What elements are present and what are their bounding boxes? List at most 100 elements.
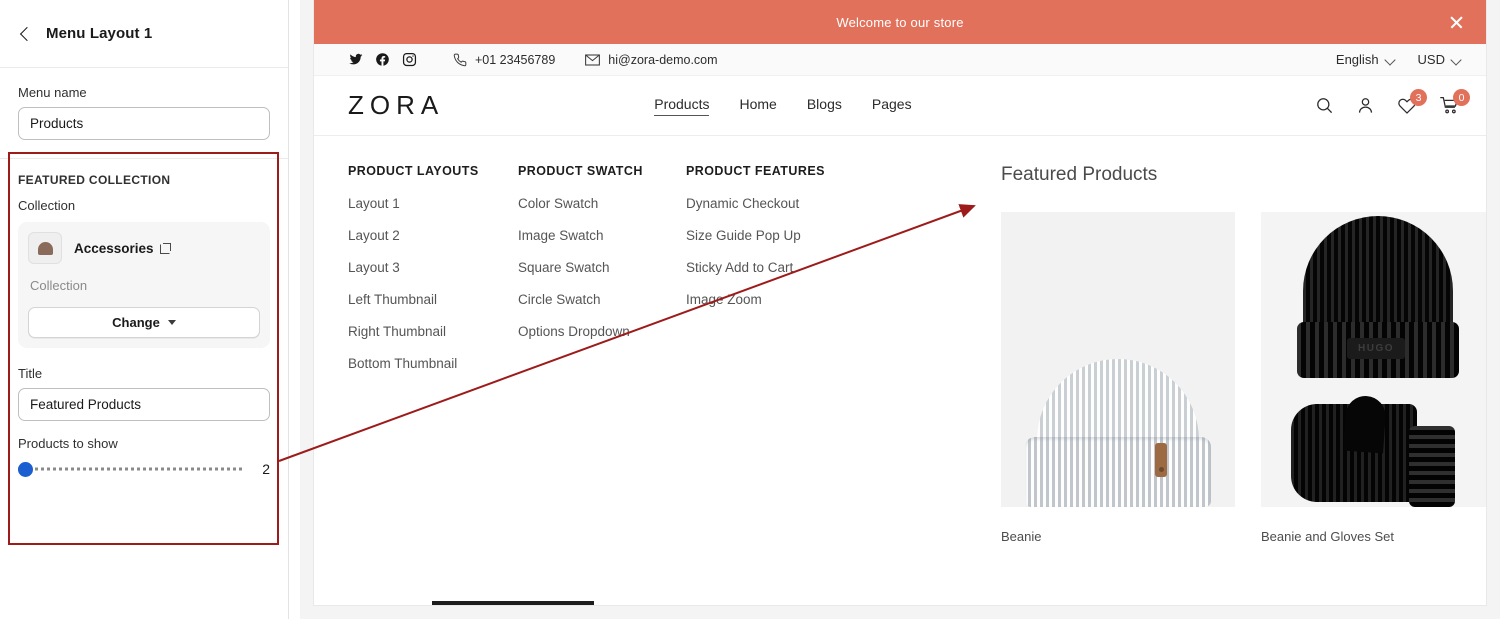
- store-header: ZORA Products Home Blogs Pages 3 0: [314, 76, 1486, 136]
- caret-down-icon: [167, 320, 176, 325]
- beanie-leather-tag: [1155, 443, 1167, 477]
- chevron-left-icon[interactable]: [18, 27, 32, 41]
- announcement-text: Welcome to our store: [836, 14, 964, 30]
- email-contact[interactable]: hi@zora-demo.com: [585, 52, 718, 67]
- slider-thumb[interactable]: [18, 461, 33, 477]
- beanie-crown-shape: [1303, 216, 1453, 334]
- product-card[interactable]: HUGO Beanie and Gloves Set: [1261, 212, 1486, 544]
- search-icon[interactable]: [1315, 96, 1334, 115]
- mega-menu-area: PRODUCT LAYOUTS Layout 1 Layout 2 Layout…: [314, 136, 1486, 544]
- instagram-icon[interactable]: [402, 52, 417, 67]
- mega-column-title: PRODUCT SWATCH: [518, 164, 643, 178]
- mega-menu-columns: PRODUCT LAYOUTS Layout 1 Layout 2 Layout…: [348, 164, 856, 544]
- product-image: HUGO: [1261, 212, 1486, 507]
- language-value: English: [1335, 52, 1379, 67]
- store-logo[interactable]: ZORA: [348, 90, 444, 121]
- menu-name-field-block: Menu name: [0, 68, 288, 140]
- panel-header: Menu Layout 1: [0, 0, 288, 68]
- mega-column-title: PRODUCT LAYOUTS: [348, 164, 479, 178]
- mega-item[interactable]: Left Thumbnail: [348, 292, 518, 307]
- currency-selector[interactable]: USD: [1418, 52, 1460, 67]
- products-to-show-slider-row: 2: [18, 461, 270, 477]
- nav-item-home[interactable]: Home: [739, 96, 776, 115]
- cart-icon[interactable]: 0: [1439, 89, 1470, 115]
- mega-item[interactable]: Image Swatch: [518, 228, 686, 243]
- collection-label: Collection: [18, 198, 76, 213]
- collection-field-block: Collection: [0, 187, 288, 214]
- mitten-cuff-shape: [1409, 426, 1455, 507]
- wishlist-heart-icon[interactable]: 3: [1397, 89, 1427, 115]
- external-link-icon[interactable]: [159, 242, 171, 254]
- product-image: [1001, 212, 1235, 507]
- product-name: Beanie and Gloves Set: [1261, 529, 1394, 544]
- products-to-show-label: Products to show: [18, 436, 118, 451]
- settings-panel: Menu Layout 1 Menu name FEATURED COLLECT…: [0, 0, 289, 619]
- email-address: hi@zora-demo.com: [608, 52, 718, 67]
- nav-item-products[interactable]: Products: [654, 96, 710, 116]
- announcement-bar: Welcome to our store: [314, 0, 1486, 44]
- chevron-down-icon: [1386, 56, 1394, 64]
- slider-track[interactable]: [18, 461, 242, 477]
- mega-item[interactable]: Layout 3: [348, 260, 518, 275]
- phone-contact[interactable]: +01 23456789: [453, 53, 555, 67]
- currency-value: USD: [1417, 52, 1445, 67]
- preview-frame: Welcome to our store +01 23456789 hi@zor…: [314, 0, 1486, 605]
- page-title: Menu Layout 1: [46, 25, 153, 42]
- products-to-show-block: Products to show 2: [0, 421, 288, 477]
- mega-item[interactable]: Dynamic Checkout: [686, 196, 856, 211]
- utility-bar: +01 23456789 hi@zora-demo.com English US…: [314, 44, 1486, 76]
- facebook-icon[interactable]: [375, 52, 390, 67]
- title-field-block: Title: [0, 348, 288, 421]
- language-selector[interactable]: English: [1336, 52, 1394, 67]
- featured-products-title: Featured Products: [1001, 164, 1158, 185]
- product-grid: Beanie HUGO Beanie and Gloves Set: [1001, 212, 1486, 544]
- nav-item-blogs[interactable]: Blogs: [807, 96, 842, 115]
- screen-root: Menu Layout 1 Menu name FEATURED COLLECT…: [0, 0, 1500, 619]
- bottom-dark-bar: [432, 601, 594, 605]
- phone-icon: [453, 53, 467, 67]
- mega-item[interactable]: Circle Swatch: [518, 292, 686, 307]
- mega-item[interactable]: Square Swatch: [518, 260, 686, 275]
- mega-item[interactable]: Sticky Add to Cart: [686, 260, 856, 275]
- collection-name-wrap[interactable]: Accessories: [74, 241, 171, 256]
- menu-name-input[interactable]: [18, 107, 270, 140]
- mega-column-product-layouts: PRODUCT LAYOUTS Layout 1 Layout 2 Layout…: [348, 164, 518, 544]
- mega-column-title: PRODUCT FEATURES: [686, 164, 825, 178]
- account-icon[interactable]: [1356, 96, 1375, 115]
- product-name: Beanie: [1001, 529, 1042, 544]
- slider-value: 2: [262, 461, 270, 477]
- mega-item[interactable]: Bottom Thumbnail: [348, 356, 518, 371]
- nav-item-pages[interactable]: Pages: [872, 96, 912, 115]
- mega-item[interactable]: Layout 1: [348, 196, 518, 211]
- black-beanie-set-illustration: HUGO: [1261, 212, 1486, 507]
- white-beanie-illustration: [1025, 359, 1211, 507]
- collection-row: Accessories: [28, 232, 260, 264]
- twitter-icon[interactable]: [348, 52, 363, 67]
- wishlist-badge: 3: [1410, 89, 1427, 106]
- mega-item[interactable]: Layout 2: [348, 228, 518, 243]
- collection-type-text: Collection: [30, 278, 88, 293]
- mega-item[interactable]: Color Swatch: [518, 196, 686, 211]
- mega-column-product-features: PRODUCT FEATURES Dynamic Checkout Size G…: [686, 164, 856, 544]
- social-icon-group: [348, 52, 417, 67]
- beanie-brand-label: HUGO: [1347, 338, 1405, 359]
- change-collection-button[interactable]: Change: [28, 307, 260, 338]
- title-label: Title: [18, 366, 43, 381]
- close-icon[interactable]: [1449, 15, 1464, 30]
- mega-item[interactable]: Image Zoom: [686, 292, 856, 307]
- header-icon-group: 3 0: [1315, 89, 1470, 115]
- featured-products-panel: Featured Products Beanie HUGO Beanie and…: [1001, 164, 1486, 544]
- mitten-thumb-shape: [1343, 394, 1387, 454]
- storefront-preview: Welcome to our store +01 23456789 hi@zor…: [300, 0, 1500, 619]
- menu-name-label: Menu name: [18, 85, 87, 100]
- mega-item[interactable]: Options Dropdown: [518, 324, 686, 339]
- mega-item[interactable]: Right Thumbnail: [348, 324, 518, 339]
- mega-item[interactable]: Size Guide Pop Up: [686, 228, 856, 243]
- change-button-label: Change: [112, 315, 160, 330]
- title-input[interactable]: [18, 388, 270, 421]
- product-card[interactable]: Beanie: [1001, 212, 1235, 544]
- collection-card: Accessories Collection Change: [18, 222, 270, 348]
- featured-collection-heading: FEATURED COLLECTION: [18, 173, 171, 187]
- collection-thumbnail: [28, 232, 62, 264]
- bottom-strip: [314, 601, 1486, 605]
